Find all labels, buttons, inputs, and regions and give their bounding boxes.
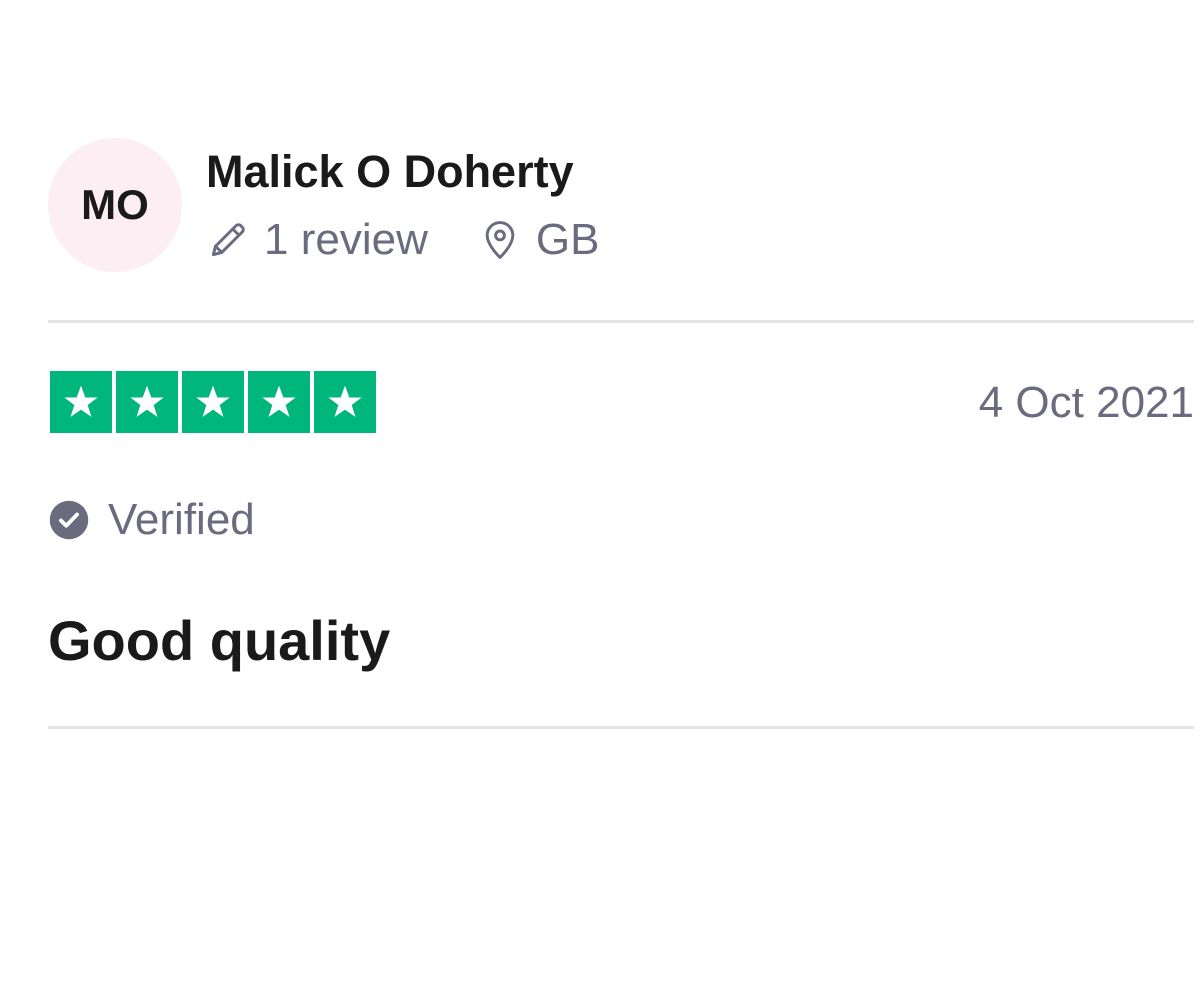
star-box <box>314 371 376 433</box>
star-rating <box>50 371 376 433</box>
reviewer-location: GB <box>478 215 600 265</box>
star-box <box>50 371 112 433</box>
star-box <box>182 371 244 433</box>
divider <box>48 726 1194 729</box>
verified-badge[interactable]: Verified <box>48 492 255 548</box>
star-icon <box>130 385 164 417</box>
review-date: 4 Oct 2021 <box>978 378 1194 427</box>
reviewer-meta: 1 review GB <box>206 212 599 268</box>
review-title[interactable]: Good quality <box>48 606 390 676</box>
rating-row: 4 Oct 2021 <box>50 371 1194 433</box>
avatar[interactable]: MO <box>48 138 182 272</box>
check-circle-icon <box>48 499 90 541</box>
pencil-icon <box>206 218 250 262</box>
review-count-label: 1 review <box>264 215 428 264</box>
location-pin-icon <box>478 218 522 262</box>
review-count: 1 review <box>206 215 428 265</box>
reviewer-name[interactable]: Malick O Doherty <box>206 144 574 200</box>
star-icon <box>196 385 230 417</box>
star-box <box>116 371 178 433</box>
star-icon <box>328 385 362 417</box>
reviewer-info[interactable]: MO Malick O Doherty 1 review GB <box>48 138 1194 272</box>
star-icon <box>64 385 98 417</box>
star-icon <box>262 385 296 417</box>
star-box <box>248 371 310 433</box>
avatar-initials: MO <box>81 181 149 228</box>
divider <box>48 320 1194 323</box>
verified-label: Verified <box>108 495 255 544</box>
review-card: MO Malick O Doherty 1 review GB 4 Oct 20… <box>48 138 1194 729</box>
reviewer-country: GB <box>535 215 600 264</box>
